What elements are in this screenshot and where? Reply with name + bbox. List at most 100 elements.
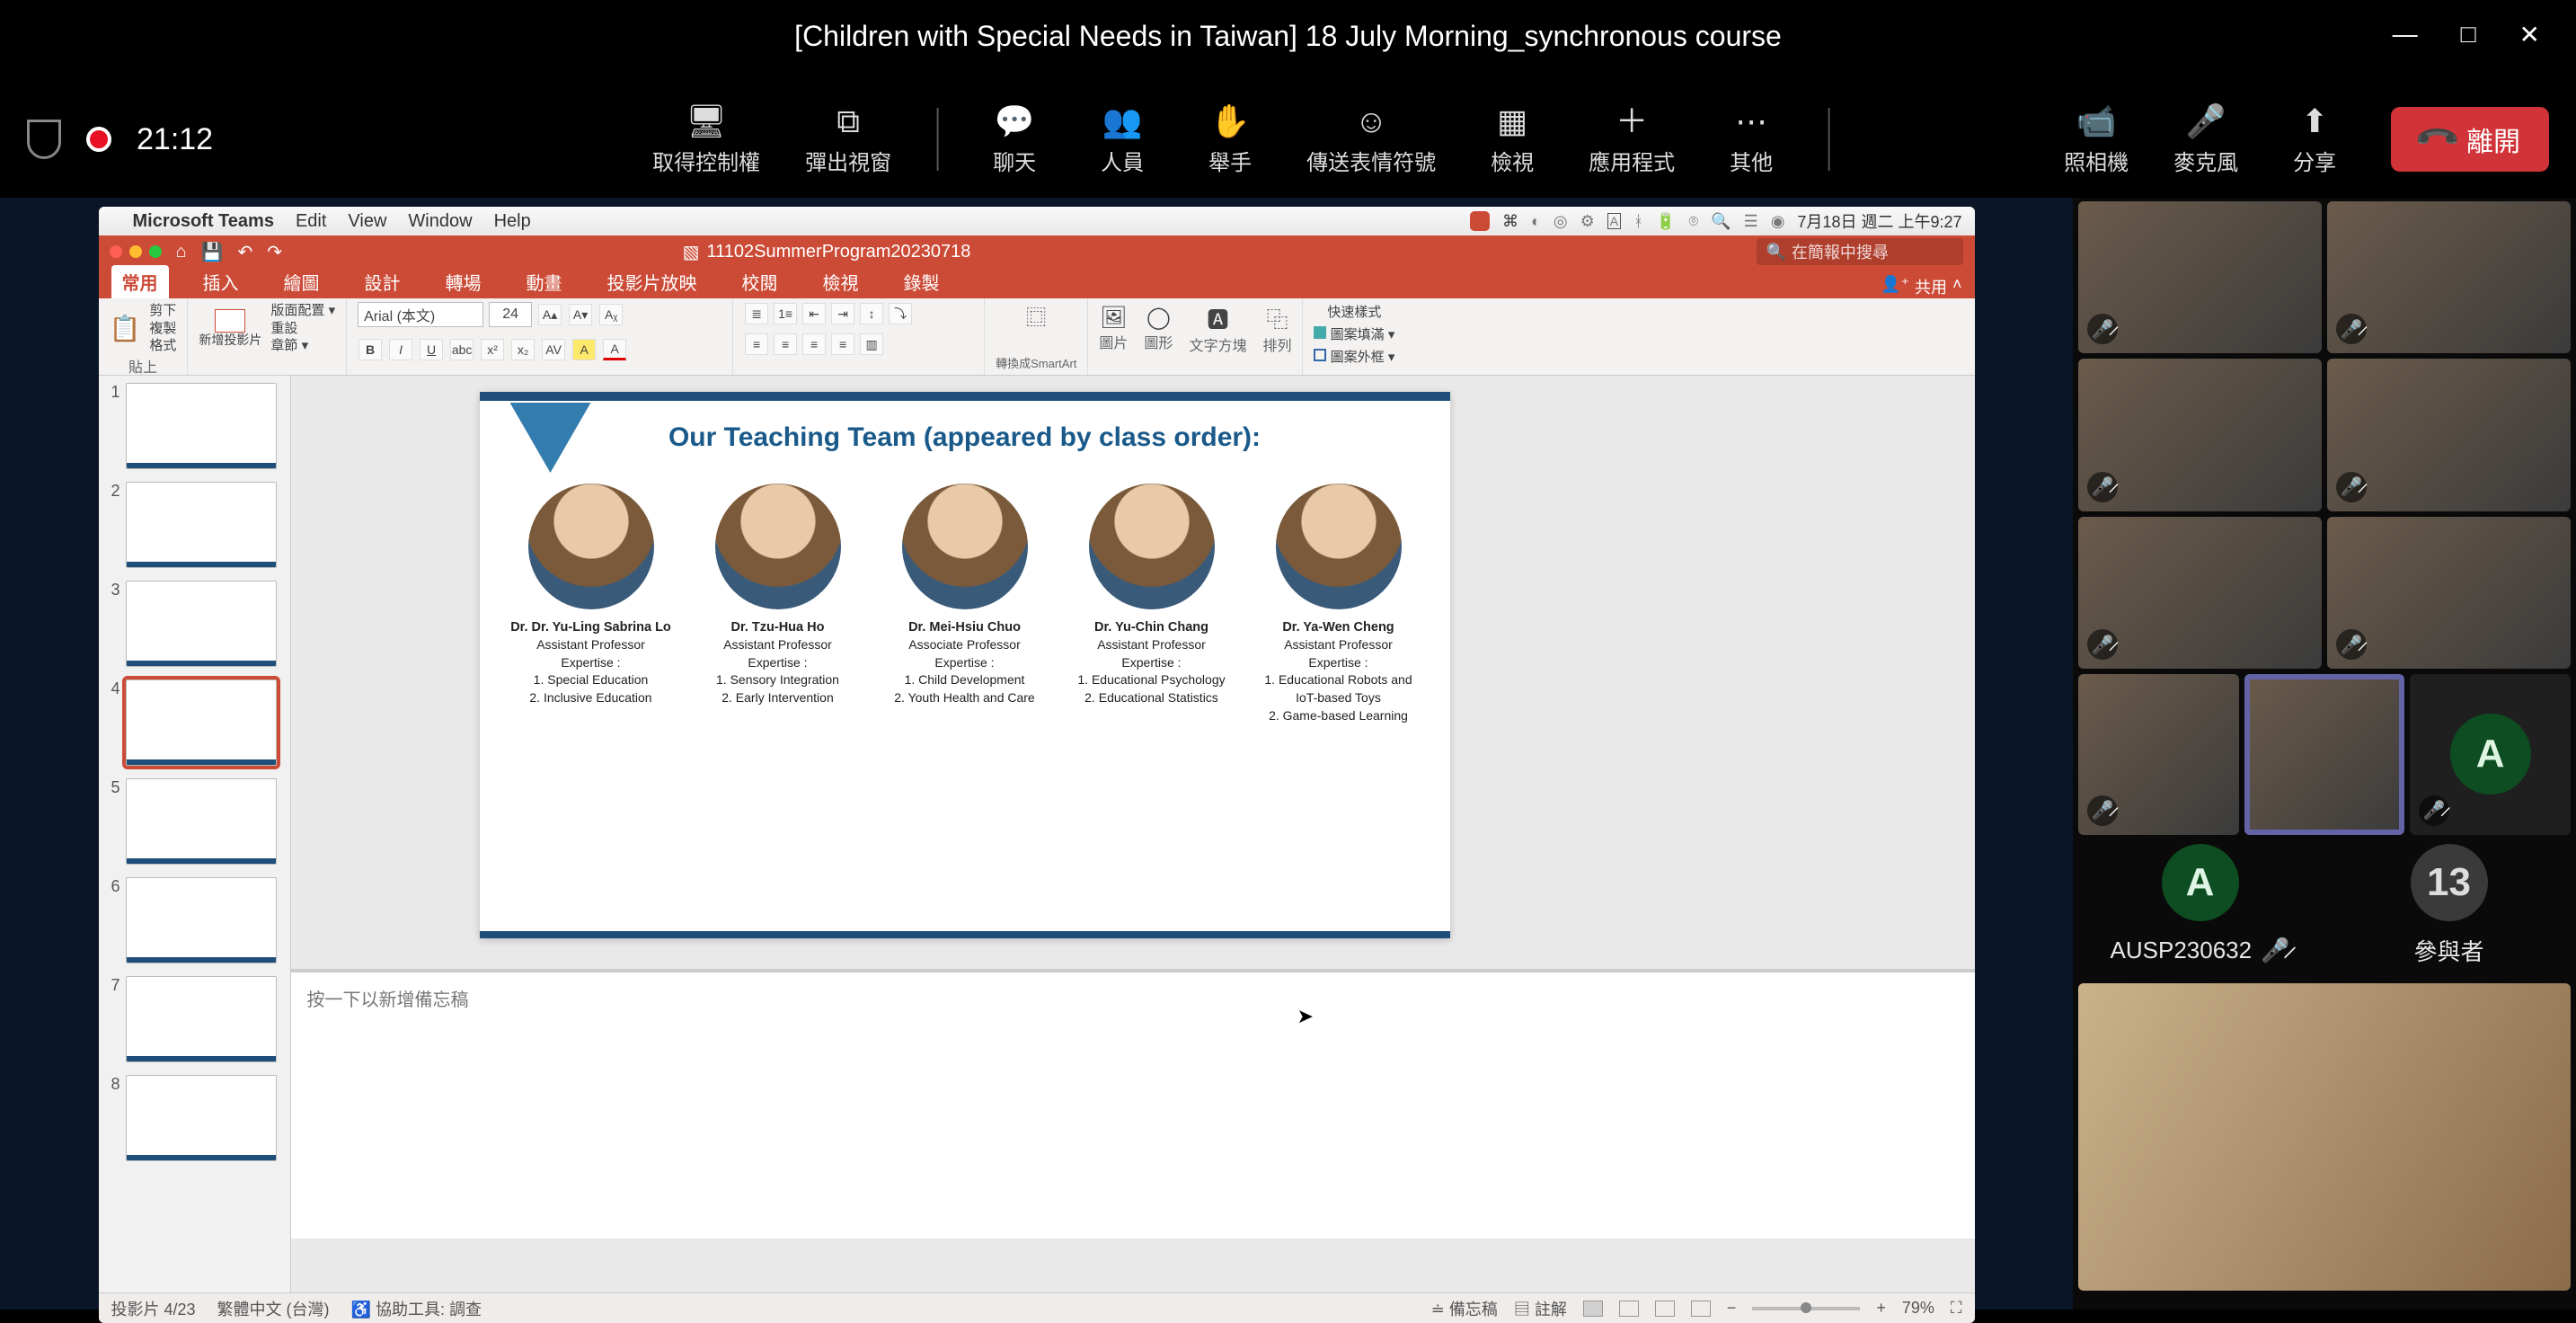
participant-tile[interactable]: 🎤̷	[2327, 359, 2571, 511]
share-document-button[interactable]: 👤⁺共用 ˄	[1881, 275, 1974, 298]
overflow-participants-button[interactable]: 13	[2327, 844, 2571, 921]
mac-menu-help[interactable]: Help	[494, 211, 531, 232]
increase-font-button[interactable]: A▴	[538, 304, 562, 325]
new-slide-icon[interactable]	[215, 309, 245, 333]
font-size-select[interactable]: 24	[489, 302, 532, 327]
reactions-button[interactable]: ☺傳送表情符號	[1306, 103, 1436, 176]
format-painter-button[interactable]: 格式	[149, 337, 176, 355]
window-maximize[interactable]: □	[2461, 20, 2476, 49]
undo-icon[interactable]: ↶	[238, 241, 253, 263]
mac-clock[interactable]: 7月18日 週二 上午9:27	[1797, 209, 1961, 233]
popout-button[interactable]: ⧉彈出視窗	[805, 103, 891, 176]
clear-format-button[interactable]: Aᵪ	[599, 304, 623, 325]
font-name-select[interactable]: Arial (本文)	[358, 302, 483, 327]
tab-transitions[interactable]: 轉場	[435, 265, 492, 298]
increase-indent-button[interactable]: ⇥	[831, 303, 854, 324]
mac-menu-view[interactable]: View	[348, 211, 386, 232]
text-direction-button[interactable]: ⤵	[889, 303, 912, 324]
slide-thumbnails[interactable]: 12345678	[99, 376, 291, 1292]
control-center-icon[interactable]: ☰	[1744, 212, 1758, 231]
tab-review[interactable]: 校閱	[731, 265, 789, 298]
decrease-font-button[interactable]: A▾	[569, 304, 592, 325]
italic-button[interactable]: I	[389, 339, 412, 360]
smartart-icon[interactable]: ⿴	[1026, 302, 1046, 331]
participant-tile[interactable]: 🎤̷	[2078, 359, 2322, 511]
bullets-button[interactable]: ≣	[745, 303, 768, 324]
save-icon[interactable]: 💾	[201, 241, 224, 263]
subscript-button[interactable]: x₂	[511, 339, 535, 360]
slide-thumbnail[interactable]: 8	[104, 1075, 285, 1161]
align-center-button[interactable]: ≡	[774, 333, 797, 355]
mic-button[interactable]: 🎤麥克風	[2173, 103, 2238, 176]
slide-thumbnail[interactable]: 7	[104, 976, 285, 1062]
window-close[interactable]: ✕	[2519, 20, 2540, 49]
raise-hand-button[interactable]: ✋舉手	[1199, 103, 1261, 176]
menubar-icon[interactable]: ⌘	[1502, 212, 1518, 231]
menubar-icon[interactable]: ◎	[1554, 212, 1568, 231]
shape-outline-button[interactable]: 圖案外框 ▾	[1314, 347, 1394, 366]
numbering-button[interactable]: 1≡	[774, 303, 797, 324]
slide-counter[interactable]: 投影片 4/23	[111, 1297, 196, 1320]
menubar-icon[interactable]: ◐	[1531, 212, 1541, 231]
slide-thumbnail[interactable]: 6	[104, 877, 285, 963]
participant-tile[interactable]: 🎤̷	[2327, 201, 2571, 353]
people-button[interactable]: 👥人員	[1091, 103, 1154, 176]
clipboard-icon[interactable]: 📋	[110, 314, 141, 343]
fit-to-window-button[interactable]: ⛶	[1951, 1299, 1962, 1318]
zoom-out-button[interactable]: −	[1727, 1299, 1737, 1318]
search-icon[interactable]: 🔍	[1711, 212, 1731, 231]
slide-canvas-area[interactable]: Our Teaching Team (appeared by class ord…	[291, 376, 1975, 1292]
document-name[interactable]: ▧ 11102SummerProgram20230718	[683, 241, 971, 263]
sorter-view-button[interactable]	[1619, 1301, 1639, 1317]
mac-menu-window[interactable]: Window	[408, 211, 472, 232]
bluetooth-icon[interactable]: ᚼ	[1633, 212, 1643, 231]
paste-label[interactable]: 貼上	[110, 355, 177, 377]
redo-icon[interactable]: ↷	[267, 241, 282, 263]
cut-button[interactable]: 剪下	[149, 302, 176, 320]
reading-view-button[interactable]	[1655, 1301, 1675, 1317]
copy-button[interactable]: 複製	[149, 320, 176, 338]
window-minimize[interactable]: —	[2393, 20, 2418, 49]
font-color-button[interactable]: A	[603, 339, 626, 360]
justify-button[interactable]: ≡	[831, 333, 854, 355]
reset-button[interactable]: 重設	[270, 320, 335, 338]
apps-button[interactable]: ＋應用程式	[1589, 103, 1675, 176]
tab-record[interactable]: 錄製	[893, 265, 951, 298]
superscript-button[interactable]: x²	[481, 339, 504, 360]
zoom-level[interactable]: 79%	[1902, 1299, 1934, 1318]
arrange-icon[interactable]: ⿻	[1266, 308, 1288, 333]
zoom-in-button[interactable]: +	[1876, 1299, 1886, 1318]
tab-insert[interactable]: 插入	[192, 265, 250, 298]
more-button[interactable]: ⋯其他	[1720, 103, 1783, 176]
align-right-button[interactable]: ≡	[802, 333, 826, 355]
notes-toggle[interactable]: ≐ 備忘稿	[1431, 1297, 1498, 1320]
slide-thumbnail[interactable]: 1	[104, 383, 285, 469]
get-control-button[interactable]: 🖥取得控制權	[652, 103, 760, 176]
current-slide[interactable]: Our Teaching Team (appeared by class ord…	[480, 392, 1450, 938]
tab-design[interactable]: 設計	[354, 265, 412, 298]
wifi-icon[interactable]: ⌾	[1688, 212, 1698, 231]
self-view-tile[interactable]	[2078, 983, 2571, 1292]
underline-button[interactable]: U	[420, 339, 443, 360]
line-spacing-button[interactable]: ↕	[860, 303, 883, 324]
tab-animations[interactable]: 動畫	[516, 265, 573, 298]
share-button[interactable]: ⬆分享	[2283, 103, 2346, 176]
menubar-icon[interactable]: ⚙	[1580, 212, 1595, 231]
language-indicator[interactable]: 繁體中文 (台灣)	[217, 1297, 330, 1320]
participant-tile-active-speaker[interactable]	[2244, 674, 2405, 835]
chat-button[interactable]: 💬聊天	[983, 103, 1046, 176]
battery-icon[interactable]: 🔋	[1656, 212, 1676, 231]
char-spacing-button[interactable]: AV	[542, 339, 565, 360]
camera-button[interactable]: 📹照相機	[2064, 103, 2129, 176]
menubar-app-icon[interactable]	[1470, 211, 1490, 231]
slide-thumbnail[interactable]: 3	[104, 581, 285, 667]
privacy-shield-icon[interactable]	[27, 120, 61, 159]
highlight-button[interactable]: A	[572, 339, 596, 360]
align-left-button[interactable]: ≡	[745, 333, 768, 355]
decrease-indent-button[interactable]: ⇤	[802, 303, 826, 324]
participant-tile[interactable]: A	[2078, 844, 2322, 921]
participant-tile[interactable]: A 🎤̷	[2410, 674, 2571, 835]
shape-fill-button[interactable]: 圖案填滿 ▾	[1314, 324, 1394, 343]
tab-home[interactable]: 常用	[111, 265, 169, 298]
window-traffic-lights[interactable]	[110, 245, 162, 258]
